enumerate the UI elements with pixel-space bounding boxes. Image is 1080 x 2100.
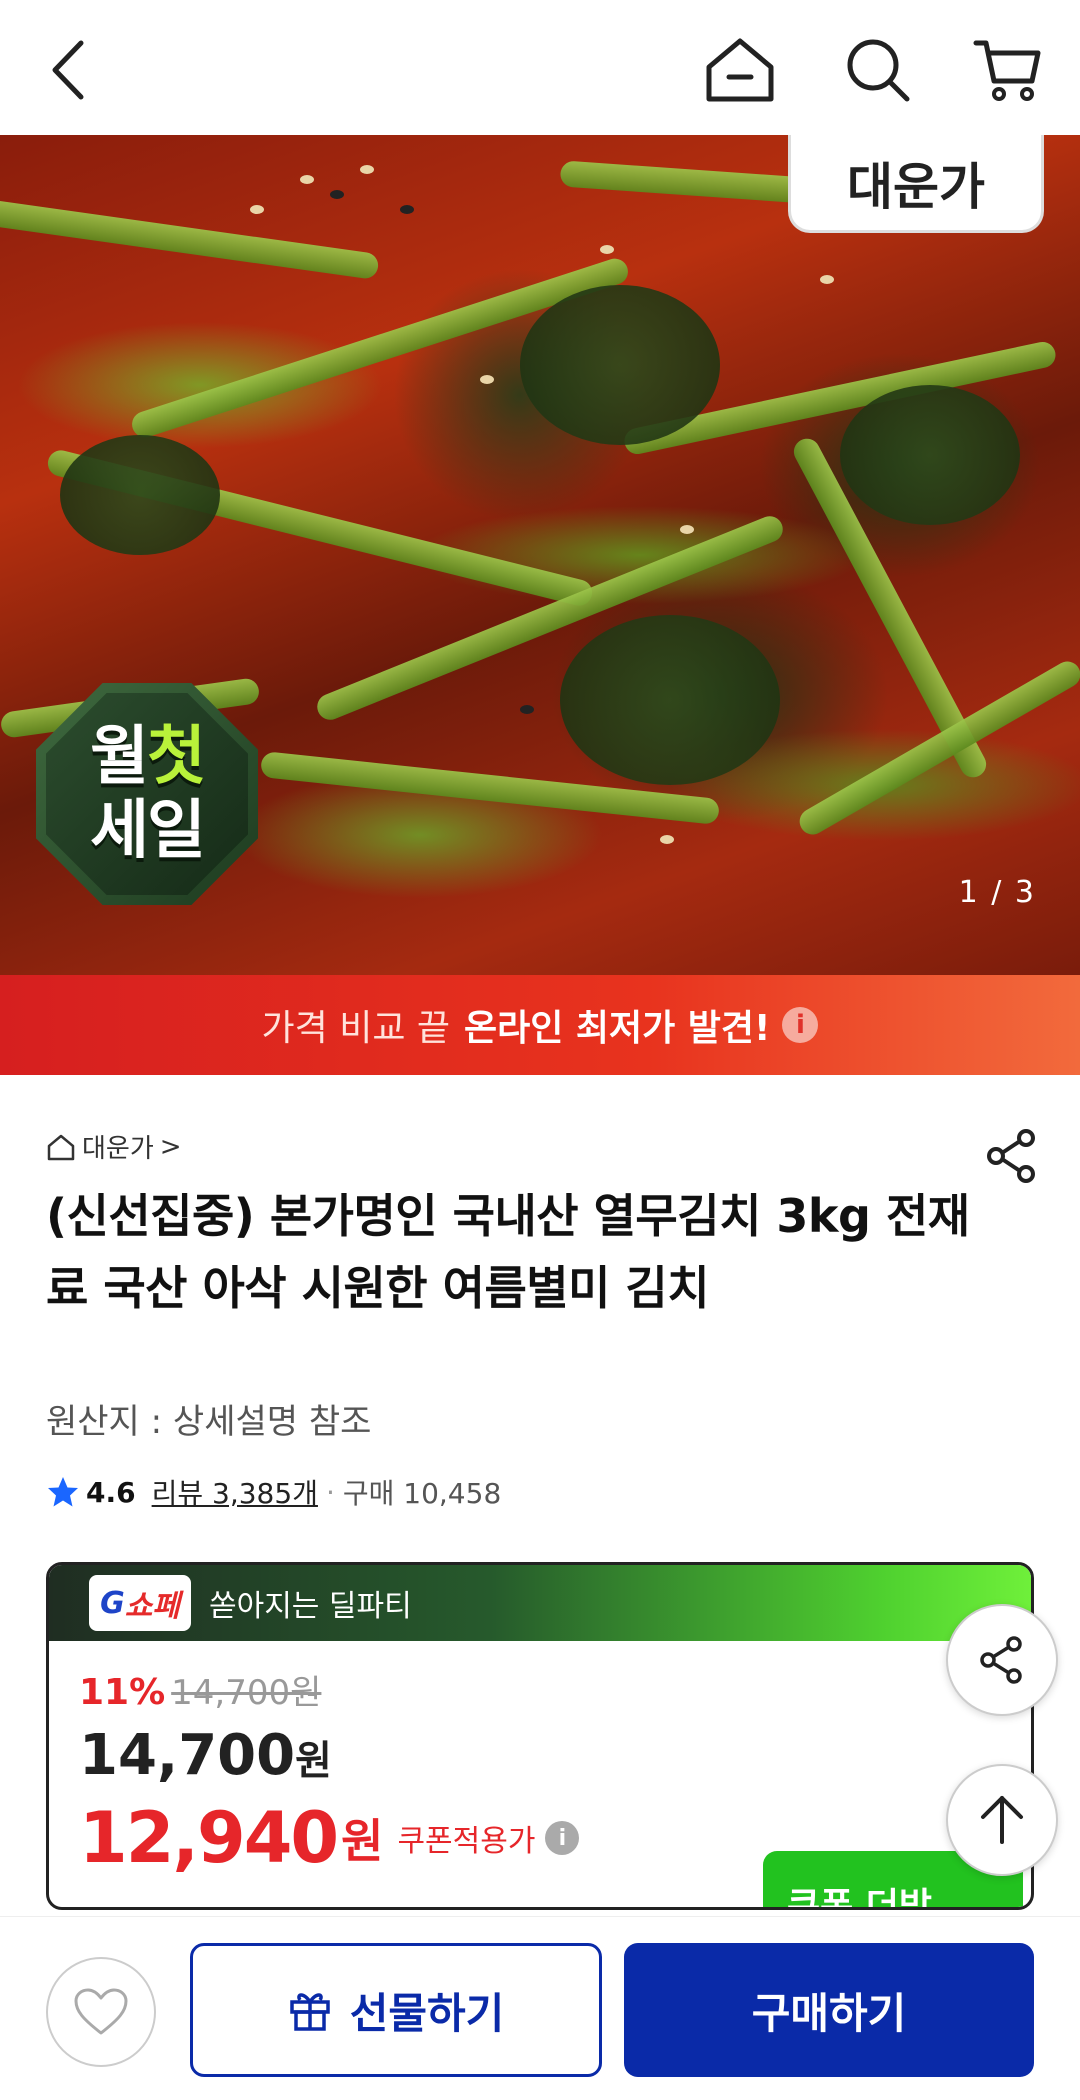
sale-badge-text: 월	[90, 720, 149, 794]
top-navigation-bar	[0, 0, 1080, 135]
home-icon[interactable]	[700, 30, 780, 110]
product-title: (신선집중) 본가명인 국내산 열무김치 3kg 전재료 국산 아삭 시원한 여…	[46, 1189, 970, 1315]
sale-badge-accent-text: 첫	[147, 720, 206, 794]
rating-score: 4.6	[86, 1475, 136, 1509]
share-icon	[980, 1636, 1022, 1684]
sesame-seed	[300, 175, 314, 184]
store-name: 대운가	[82, 1134, 154, 1164]
share-icon[interactable]	[982, 1126, 1042, 1186]
original-price: 14,700원	[171, 1673, 322, 1713]
current-price: 14,700원	[79, 1723, 332, 1788]
gift-button-label: 선물하기	[349, 1988, 505, 2038]
sesame-seed	[400, 205, 414, 214]
reviews-link[interactable]: 리뷰 3,385개	[152, 1472, 318, 1512]
search-icon[interactable]	[838, 30, 918, 110]
logo-letter: G	[100, 1585, 125, 1621]
info-icon[interactable]: i	[782, 1007, 819, 1043]
sesame-seed	[250, 205, 264, 214]
sesame-seed	[520, 705, 534, 714]
discount-rate: 11%	[79, 1672, 166, 1713]
discount-row: 11% 14,700원	[79, 1665, 321, 1714]
coupon-price-unit: 원	[341, 1814, 384, 1868]
deal-header: G 쇼페 쏟아지는 딜파티	[49, 1565, 1031, 1641]
sale-badge-line2: 세일	[90, 794, 206, 868]
chevron-right-icon: >	[159, 1131, 182, 1162]
sesame-seed	[600, 245, 614, 254]
logo-text: 쇼페	[124, 1589, 180, 1624]
kimchi-leaf	[560, 615, 780, 785]
product-image-carousel[interactable]: 대운가 월첫 세일 1 / 3	[0, 135, 1080, 975]
scroll-to-top-button[interactable]	[946, 1764, 1058, 1876]
heart-icon	[74, 1988, 128, 2035]
sesame-seed	[820, 275, 834, 284]
gmarket-deal-logo: G 쇼페	[89, 1575, 191, 1631]
kimchi-stalk	[0, 195, 380, 281]
deal-tagline: 쏟아지는 딜파티	[209, 1589, 412, 1624]
sesame-seed	[480, 375, 494, 384]
bottom-action-bar: 선물하기 구매하기	[0, 1916, 1080, 2100]
banner-text: 가격 비교 끝	[261, 1008, 451, 1049]
info-icon[interactable]: i	[545, 1821, 580, 1855]
brand-logo-badge: 대운가	[788, 135, 1044, 233]
lowest-price-banner[interactable]: 가격 비교 끝 온라인 최저가 발견! i	[0, 975, 1080, 1075]
sesame-seed	[360, 165, 374, 174]
sesame-seed	[330, 190, 344, 199]
deal-price-card: G 쇼페 쏟아지는 딜파티 11% 14,700원 14,700원 12,940 …	[46, 1562, 1034, 1910]
buy-button[interactable]: 구매하기	[624, 1943, 1034, 2077]
product-origin: 원산지 : 상세설명 참조	[46, 1402, 372, 1442]
gift-icon	[289, 1993, 330, 2031]
cart-icon[interactable]	[968, 30, 1048, 110]
kimchi-leaf	[840, 385, 1020, 525]
sesame-seed	[680, 525, 694, 534]
wishlist-button[interactable]	[46, 1957, 156, 2067]
store-link[interactable]: 대운가 >	[46, 1128, 182, 1165]
gift-button[interactable]: 선물하기	[190, 1943, 602, 2077]
sale-badge-line1: 월첫	[90, 720, 206, 794]
coupon-price-label: 쿠폰적용가	[397, 1824, 536, 1859]
purchase-count: 구매 10,458	[342, 1477, 502, 1510]
price-value: 14,700	[79, 1723, 296, 1788]
floating-share-button[interactable]	[946, 1604, 1058, 1716]
coupon-price-value: 12,940	[79, 1797, 339, 1879]
image-counter: 1 / 3	[958, 875, 1036, 910]
back-arrow-icon[interactable]	[28, 30, 108, 110]
price-unit: 원	[295, 1738, 332, 1784]
store-home-icon	[47, 1134, 75, 1160]
kimchi-leaf	[60, 435, 220, 555]
rating-row: 4.6 리뷰 3,385개 · 구매 10,458	[46, 1472, 501, 1512]
separator-dot: ·	[325, 1475, 335, 1509]
star-icon	[48, 1477, 78, 1507]
sesame-seed	[660, 835, 674, 844]
coupon-price: 12,940 원 쿠폰적용가 i	[79, 1797, 580, 1879]
arrow-up-icon	[981, 1796, 1023, 1844]
banner-highlight-text: 온라인 최저가 발견!	[464, 1008, 771, 1049]
kimchi-leaf	[520, 285, 720, 445]
